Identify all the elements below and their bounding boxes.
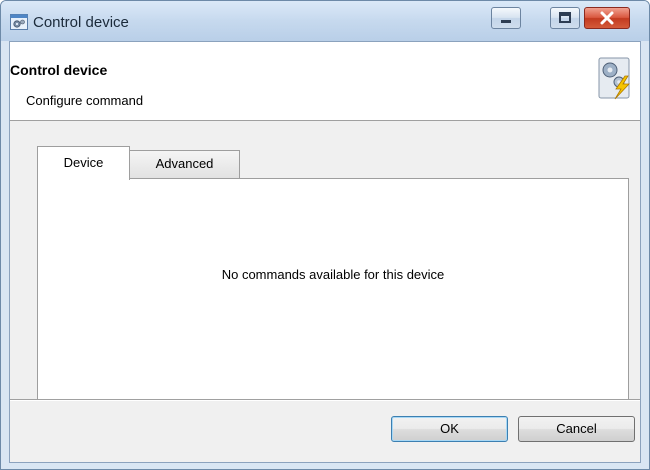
dialog-header: Control device Configure command [10, 42, 640, 121]
title-bar[interactable]: Control device [1, 1, 649, 41]
close-button[interactable] [584, 7, 630, 29]
maximize-button[interactable] [550, 7, 580, 29]
cancel-button[interactable]: Cancel [518, 416, 635, 442]
tab-device[interactable]: Device [37, 146, 130, 180]
minimize-button[interactable] [491, 7, 521, 29]
header-subtitle: Configure command [26, 93, 144, 108]
tab-panel-device: No commands available for this device [37, 178, 629, 412]
window-app-icon [10, 14, 28, 30]
header-title: Control device [10, 62, 108, 78]
empty-state-message: No commands available for this device [221, 267, 445, 282]
maximize-icon [559, 12, 571, 23]
dialog-content: Control device Configure command Device … [9, 41, 641, 463]
dialog-window: Control device Control device Configure … [0, 0, 650, 470]
tab-advanced[interactable]: Advanced [129, 150, 240, 178]
window-title: Control device [33, 14, 129, 31]
gear-lightning-icon [598, 56, 632, 100]
ok-button[interactable]: OK [391, 416, 508, 442]
close-icon [600, 11, 614, 25]
minimize-icon [501, 20, 511, 23]
